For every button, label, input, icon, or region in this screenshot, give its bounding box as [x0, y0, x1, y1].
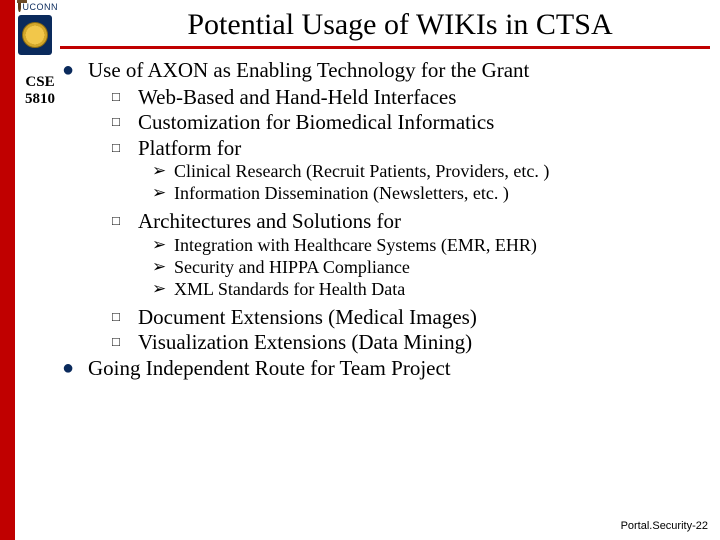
uconn-text: UCONN: [23, 2, 59, 12]
bullet-text: Information Dissemination (Newsletters, …: [174, 183, 712, 205]
uconn-wordmark: UCONN: [18, 2, 58, 12]
bullet-text: XML Standards for Health Data: [174, 279, 712, 301]
bullet-level3: ➢ Integration with Healthcare Systems (E…: [152, 235, 712, 257]
circle-bullet-icon: ●: [62, 356, 88, 382]
course-code-line2: 5810: [20, 91, 60, 108]
square-bullet-icon: □: [112, 136, 138, 162]
slide-body: ● Use of AXON as Enabling Technology for…: [62, 58, 712, 383]
bullet-level2: □ Web-Based and Hand-Held Interfaces: [112, 85, 712, 111]
bullet-text: Clinical Research (Recruit Patients, Pro…: [174, 161, 712, 183]
bullet-text: Integration with Healthcare Systems (EMR…: [174, 235, 712, 257]
arrow-bullet-icon: ➢: [152, 183, 174, 205]
arrow-bullet-icon: ➢: [152, 257, 174, 279]
bullet-text: Use of AXON as Enabling Technology for t…: [88, 58, 712, 84]
slide-footer: Portal.Security-22: [621, 520, 708, 532]
arrow-bullet-icon: ➢: [152, 279, 174, 301]
square-bullet-icon: □: [112, 110, 138, 136]
bullet-text: Visualization Extensions (Data Mining): [138, 330, 712, 356]
bullet-text: Security and HIPPA Compliance: [174, 257, 712, 279]
arrow-bullet-icon: ➢: [152, 235, 174, 257]
bullet-level2: □ Platform for: [112, 136, 712, 162]
course-code: CSE 5810: [20, 74, 60, 109]
bullet-text: Architectures and Solutions for: [138, 209, 712, 235]
bullet-level3: ➢ XML Standards for Health Data: [152, 279, 712, 301]
square-bullet-icon: □: [112, 85, 138, 111]
uconn-seal-box: [18, 15, 52, 55]
bullet-text: Going Independent Route for Team Project: [88, 356, 712, 382]
left-red-stripe: [0, 0, 15, 540]
slide-title: Potential Usage of WIKIs in CTSA: [105, 8, 695, 42]
bullet-text: Customization for Biomedical Informatics: [138, 110, 712, 136]
bullet-level2: □ Architectures and Solutions for: [112, 209, 712, 235]
arrow-bullet-icon: ➢: [152, 161, 174, 183]
circle-bullet-icon: ●: [62, 58, 88, 84]
square-bullet-icon: □: [112, 305, 138, 331]
bullet-level2: □ Document Extensions (Medical Images): [112, 305, 712, 331]
course-code-line1: CSE: [20, 74, 60, 91]
square-bullet-icon: □: [112, 330, 138, 356]
square-bullet-icon: □: [112, 209, 138, 235]
bullet-text: Platform for: [138, 136, 712, 162]
bullet-text: Document Extensions (Medical Images): [138, 305, 712, 331]
acorn-icon: [18, 2, 21, 12]
title-underline: [60, 46, 710, 49]
university-logo: UCONN: [18, 2, 58, 55]
uconn-seal-icon: [22, 22, 48, 48]
slide: UCONN CSE 5810 Potential Usage of WIKIs …: [0, 0, 720, 540]
bullet-level3: ➢ Clinical Research (Recruit Patients, P…: [152, 161, 712, 183]
bullet-text: Web-Based and Hand-Held Interfaces: [138, 85, 712, 111]
bullet-level3: ➢ Security and HIPPA Compliance: [152, 257, 712, 279]
bullet-level2: □ Visualization Extensions (Data Mining): [112, 330, 712, 356]
bullet-level1: ● Going Independent Route for Team Proje…: [62, 356, 712, 382]
bullet-level2: □ Customization for Biomedical Informati…: [112, 110, 712, 136]
bullet-level1: ● Use of AXON as Enabling Technology for…: [62, 58, 712, 84]
bullet-level3: ➢ Information Dissemination (Newsletters…: [152, 183, 712, 205]
